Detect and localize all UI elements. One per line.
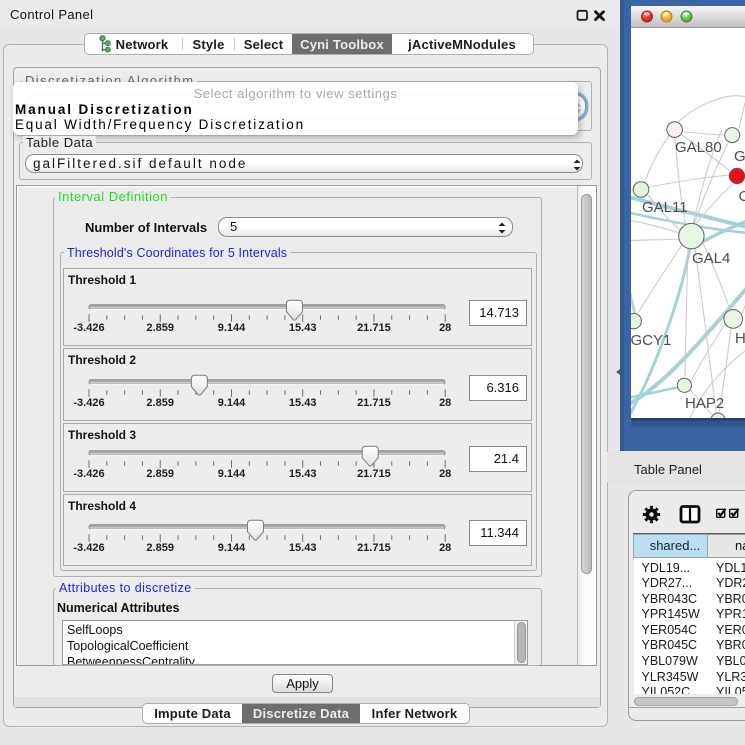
svg-text:CY: CY (739, 188, 745, 205)
svg-text:GAL80: GAL80 (675, 139, 722, 156)
svg-text:GCY1: GCY1 (631, 332, 672, 349)
svg-text:GAL4: GAL4 (692, 250, 730, 267)
svg-text:H: H (735, 330, 745, 347)
svg-text:GAL11: GAL11 (642, 199, 688, 216)
svg-text:GA: GA (734, 148, 745, 165)
svg-text:HAP2: HAP2 (685, 395, 724, 412)
